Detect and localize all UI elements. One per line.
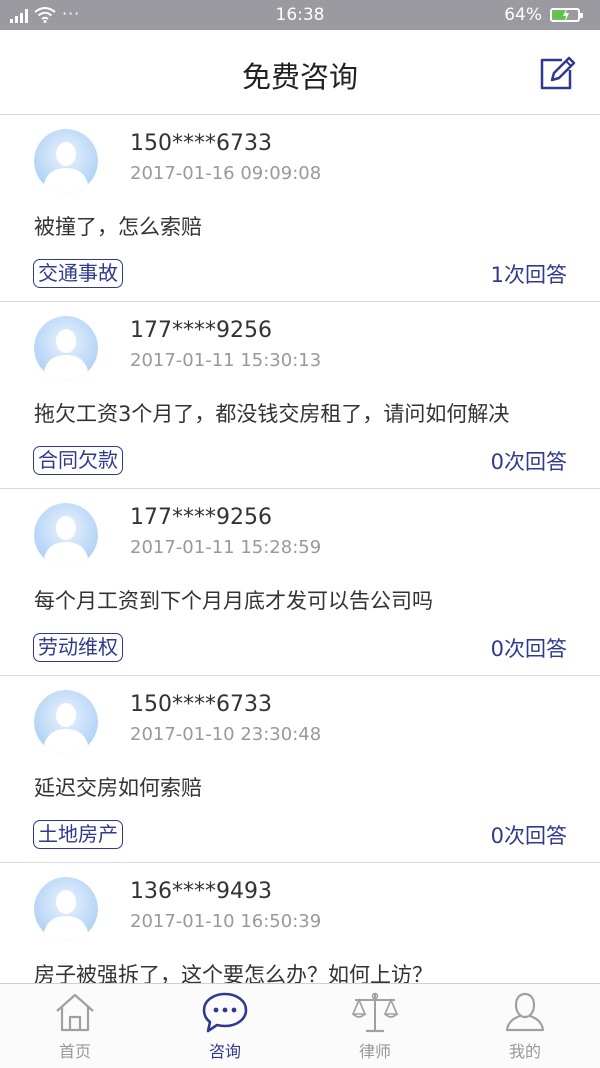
category-tag[interactable]: 合同欠款 — [33, 446, 123, 475]
user-phone: 177****9256 — [130, 318, 272, 343]
header: 免费咨询 — [0, 30, 600, 115]
tab-home-label: 首页 — [58, 1042, 91, 1061]
question-text: 拖欠工资3个月了，都没钱交房租了，请问如何解决 — [34, 402, 510, 426]
post-time: 2017-01-16 09:09:08 — [130, 163, 322, 184]
tab-consult-label: 咨询 — [208, 1042, 241, 1061]
consultation-item[interactable]: 177****9256 2017-01-11 15:28:59 每个月工资到下个月月… — [0, 489, 600, 676]
user-icon — [505, 992, 545, 1032]
compose-button[interactable] — [538, 54, 578, 92]
tab-lawyer-label: 律师 — [358, 1042, 391, 1061]
status-bar: ··· 16:38 64% — [0, 0, 600, 30]
avatar — [34, 690, 98, 754]
category-tag[interactable]: 土地房产 — [33, 820, 123, 849]
avatar — [34, 316, 98, 380]
consultation-item[interactable]: 136****9493 2017-01-10 16:50:39 房子被强拆了，这个要… — [0, 863, 600, 983]
user-phone: 177****9256 — [130, 505, 272, 530]
category-tag[interactable]: 交通事故 — [33, 259, 123, 288]
post-time: 2017-01-10 23:30:48 — [130, 724, 322, 745]
avatar — [34, 877, 98, 941]
question-text: 房子被强拆了，这个要怎么办？如何上访？ — [34, 963, 433, 983]
question-text: 被撞了，怎么索赔 — [34, 215, 202, 239]
answer-count: 1次回答 — [490, 263, 567, 287]
battery-icon — [550, 8, 583, 22]
chat-icon — [202, 992, 248, 1033]
user-phone: 136****9493 — [130, 879, 272, 904]
answer-count: 0次回答 — [490, 824, 567, 848]
category-tag[interactable]: 劳动维权 — [33, 633, 123, 662]
tab-bar: 首页 咨询 律师 我的 — [0, 983, 600, 1068]
post-time: 2017-01-11 15:28:59 — [130, 537, 322, 558]
answer-count: 0次回答 — [490, 637, 567, 661]
user-phone: 150****6733 — [130, 131, 272, 156]
edit-icon — [540, 56, 576, 90]
question-text: 每个月工资到下个月月底才发可以告公司吗 — [34, 589, 433, 613]
avatar — [34, 129, 98, 193]
post-time: 2017-01-11 15:30:13 — [130, 350, 322, 371]
answer-count: 0次回答 — [490, 450, 567, 474]
tab-mine[interactable]: 我的 — [450, 984, 600, 1068]
scale-icon — [351, 992, 399, 1033]
question-text: 延迟交房如何索赔 — [34, 776, 202, 800]
status-right: 64% — [504, 5, 583, 25]
tab-home[interactable]: 首页 — [0, 984, 150, 1068]
consultation-list[interactable]: 150****6733 2017-01-16 09:09:08 被撞了，怎么索赔交通… — [0, 115, 600, 983]
post-time: 2017-01-10 16:50:39 — [130, 911, 322, 932]
tab-consult[interactable]: 咨询 — [150, 984, 300, 1068]
avatar — [34, 503, 98, 567]
battery-percent: 64% — [504, 5, 542, 25]
tab-mine-label: 我的 — [508, 1042, 541, 1061]
consultation-item[interactable]: 150****6733 2017-01-16 09:09:08 被撞了，怎么索赔交通… — [0, 115, 600, 302]
consultation-item[interactable]: 177****9256 2017-01-11 15:30:13 拖欠工资3个月了，都… — [0, 302, 600, 489]
home-icon — [56, 993, 94, 1032]
charging-icon — [563, 8, 569, 22]
consultation-item[interactable]: 150****6733 2017-01-10 23:30:48 延迟交房如何索赔土地… — [0, 676, 600, 863]
page-title: 免费咨询 — [241, 60, 358, 94]
user-phone: 150****6733 — [130, 692, 272, 717]
tab-lawyer[interactable]: 律师 — [300, 984, 450, 1068]
